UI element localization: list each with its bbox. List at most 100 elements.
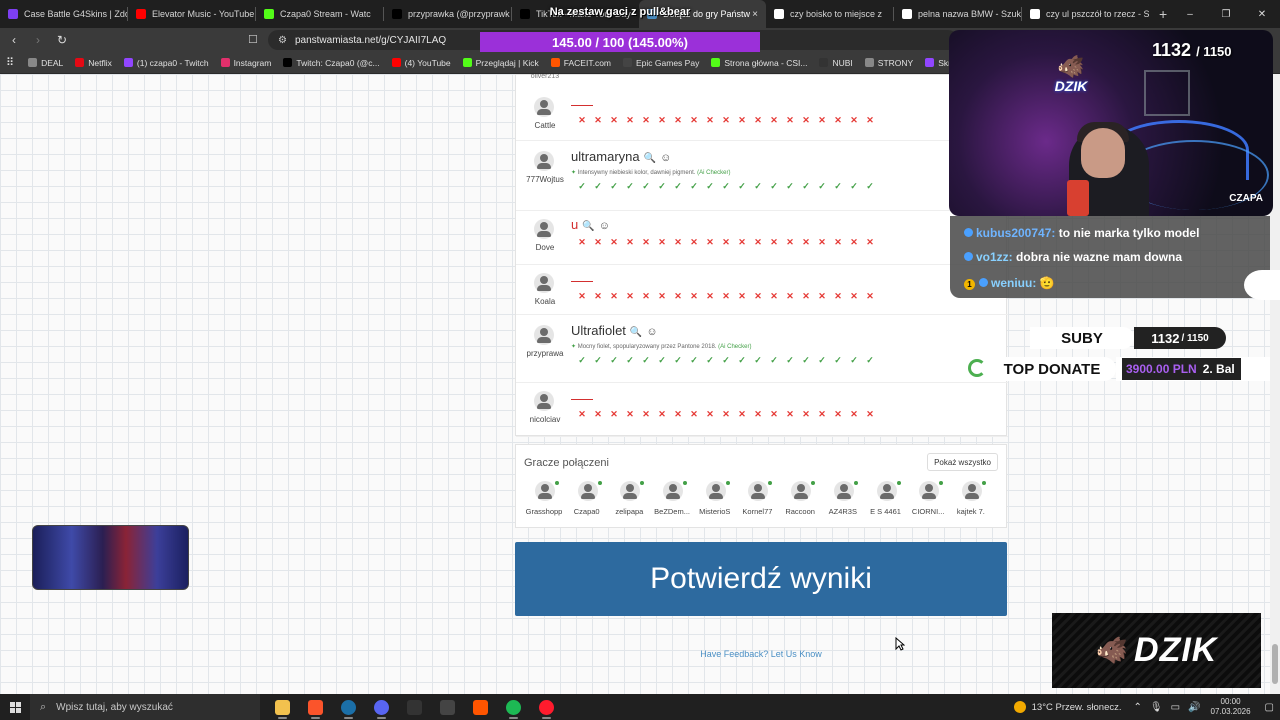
cross-icon[interactable]: ✕ (606, 237, 622, 248)
check-icon[interactable]: ✓ (734, 181, 750, 192)
check-icon[interactable]: ✓ (734, 355, 750, 366)
cross-icon[interactable]: ✕ (862, 291, 878, 302)
new-tab-icon[interactable]: + (1159, 6, 1167, 22)
connected-player[interactable]: E S 4461 (864, 481, 907, 525)
cross-icon[interactable]: ✕ (750, 291, 766, 302)
cross-icon[interactable]: ✕ (702, 409, 718, 420)
cross-icon[interactable]: ✕ (830, 237, 846, 248)
browser-tab[interactable]: pelna nazwa BMW - Szuk (894, 0, 1021, 28)
emoji-react-icon[interactable]: ☺ (646, 326, 657, 338)
cross-icon[interactable]: ✕ (814, 115, 830, 126)
check-icon[interactable]: ✓ (654, 181, 670, 192)
check-icon[interactable]: ✓ (606, 181, 622, 192)
cross-icon[interactable]: ✕ (782, 291, 798, 302)
cross-icon[interactable]: ✕ (798, 409, 814, 420)
check-icon[interactable]: ✓ (846, 181, 862, 192)
check-icon[interactable]: ✓ (750, 355, 766, 366)
faceit-taskbar-button[interactable] (464, 694, 497, 720)
connected-player[interactable]: Raccoon (778, 481, 821, 525)
back-icon[interactable]: ‹ (4, 33, 24, 47)
bookmark-item[interactable]: DEAL (28, 58, 63, 68)
cross-icon[interactable]: ✕ (670, 237, 686, 248)
cross-icon[interactable]: ✕ (638, 409, 654, 420)
close-window-icon[interactable]: ✕ (1244, 0, 1280, 28)
cross-icon[interactable]: ✕ (782, 237, 798, 248)
weather-widget[interactable]: 13°C Przew. słonecz. (1013, 701, 1122, 713)
bookmark-icon[interactable]: ☐ (248, 33, 258, 46)
check-icon[interactable]: ✓ (830, 355, 846, 366)
check-icon[interactable]: ✓ (798, 181, 814, 192)
browser-tab[interactable]: czy ul pszczół to rzecz - S (1022, 0, 1149, 28)
cross-icon[interactable]: ✕ (590, 115, 606, 126)
cross-icon[interactable]: ✕ (734, 291, 750, 302)
check-icon[interactable]: ✓ (718, 355, 734, 366)
spotify-taskbar-button[interactable] (497, 694, 530, 720)
connected-player[interactable]: Czapa0 (565, 481, 608, 525)
reload-icon[interactable]: ↻ (52, 33, 72, 47)
network-icon[interactable]: ▭ (1171, 702, 1180, 713)
check-icon[interactable]: ✓ (846, 355, 862, 366)
opera-taskbar-button[interactable] (530, 694, 563, 720)
browser-tab[interactable]: Case Battle G4Skins | Zdo (0, 0, 127, 28)
cross-icon[interactable]: ✕ (606, 409, 622, 420)
volume-icon[interactable]: 🔊 (1188, 702, 1200, 713)
cross-icon[interactable]: ✕ (862, 237, 878, 248)
cross-icon[interactable]: ✕ (830, 291, 846, 302)
cross-icon[interactable]: ✕ (766, 115, 782, 126)
connected-player[interactable]: Kornel77 (735, 481, 778, 525)
cross-icon[interactable]: ✕ (654, 291, 670, 302)
cross-icon[interactable]: ✕ (766, 237, 782, 248)
restore-icon[interactable]: ❐ (1208, 0, 1244, 28)
start-button[interactable] (0, 701, 30, 713)
bookmark-item[interactable]: Epic Games Pay (623, 58, 699, 68)
cross-icon[interactable]: ✕ (734, 237, 750, 248)
cross-icon[interactable]: ✕ (686, 237, 702, 248)
cross-icon[interactable]: ✕ (782, 409, 798, 420)
connected-player[interactable]: MisterioS (693, 481, 736, 525)
check-icon[interactable]: ✓ (702, 355, 718, 366)
check-icon[interactable]: ✓ (638, 355, 654, 366)
cross-icon[interactable]: ✕ (846, 115, 862, 126)
cross-icon[interactable]: ✕ (590, 291, 606, 302)
epic-taskbar-button[interactable] (398, 694, 431, 720)
cross-icon[interactable]: ✕ (814, 409, 830, 420)
cross-icon[interactable]: ✕ (622, 409, 638, 420)
cross-icon[interactable]: ✕ (654, 237, 670, 248)
bookmark-item[interactable]: NUBI (819, 58, 853, 68)
check-icon[interactable]: ✓ (670, 181, 686, 192)
cross-icon[interactable]: ✕ (862, 409, 878, 420)
check-icon[interactable]: ✓ (590, 355, 606, 366)
connected-player[interactable]: kajtek 7. (949, 481, 992, 525)
cross-icon[interactable]: ✕ (606, 115, 622, 126)
cross-icon[interactable]: ✕ (702, 237, 718, 248)
cross-icon[interactable]: ✕ (846, 409, 862, 420)
cross-icon[interactable]: ✕ (622, 291, 638, 302)
check-icon[interactable]: ✓ (686, 355, 702, 366)
check-icon[interactable]: ✓ (798, 355, 814, 366)
file-explorer-taskbar-button[interactable] (266, 694, 299, 720)
cross-icon[interactable]: ✕ (734, 409, 750, 420)
check-icon[interactable]: ✓ (814, 355, 830, 366)
connected-player[interactable]: AZ4R3S (821, 481, 864, 525)
cross-icon[interactable]: ✕ (686, 291, 702, 302)
confirm-results-button[interactable]: Potwierdź wyniki (515, 542, 1007, 616)
minimize-icon[interactable]: – (1172, 0, 1208, 28)
check-icon[interactable]: ✓ (638, 181, 654, 192)
check-icon[interactable]: ✓ (814, 181, 830, 192)
connected-player[interactable]: BeZDem... (650, 481, 693, 525)
cross-icon[interactable]: ✕ (798, 237, 814, 248)
cross-icon[interactable]: ✕ (846, 291, 862, 302)
show-all-button[interactable]: Pokaż wszystko (927, 453, 998, 471)
check-icon[interactable]: ✓ (606, 355, 622, 366)
scrollbar-thumb[interactable] (1272, 644, 1278, 684)
search-icon[interactable]: 🔍 (644, 153, 656, 164)
cross-icon[interactable]: ✕ (622, 237, 638, 248)
check-icon[interactable]: ✓ (622, 181, 638, 192)
cross-icon[interactable]: ✕ (734, 115, 750, 126)
cross-icon[interactable]: ✕ (718, 237, 734, 248)
apps-grid-icon[interactable]: ⠿ (6, 56, 14, 69)
cross-icon[interactable]: ✕ (670, 409, 686, 420)
check-icon[interactable]: ✓ (574, 355, 590, 366)
cross-icon[interactable]: ✕ (574, 237, 590, 248)
cross-icon[interactable]: ✕ (718, 291, 734, 302)
